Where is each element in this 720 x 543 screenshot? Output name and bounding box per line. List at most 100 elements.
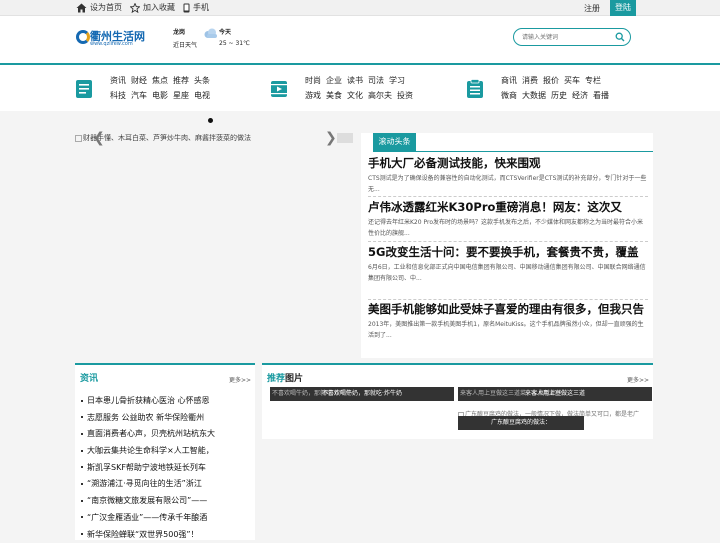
nav-group-lifestyle-row2: 游戏美食文化高尔夫投资 (305, 90, 418, 101)
nav-item[interactable]: 汽车 (131, 91, 147, 100)
news-title[interactable]: 美图手机能够如此受妹子喜爱的理由有很多，但我只告 (368, 302, 648, 317)
nav-item[interactable]: 司法 (368, 76, 384, 85)
info-section: 资讯 更多>> 日本患儿骨折获精心医治 心怀感恩 志愿服务 公益助农 新华保险衢… (75, 363, 255, 540)
site-logo[interactable]: 衢州生活网 www.qzlifew.com (76, 28, 138, 50)
nav-item[interactable]: 焦点 (152, 76, 168, 85)
nav-group-news-row1: 资讯财经焦点推荐头条 (110, 75, 215, 86)
set-homepage-label: 设为首页 (90, 2, 122, 13)
news-summary: 6月6日，工业和信息化部正式向中国电信集团有限公司、中国移动通信集团有限公司、中… (368, 262, 648, 284)
nav-item[interactable]: 买车 (564, 76, 580, 85)
picture-caption: 来客人用上豆做这三道 (458, 387, 652, 401)
picture-item[interactable]: 来客人用上豆做这三道菜，上桌就都抢 来客人用上豆做这三道 (458, 387, 652, 401)
nav-item[interactable]: 星座 (173, 91, 189, 100)
list-item[interactable]: “南京微糖文旅发展有限公司”—— (81, 493, 251, 510)
nav-item[interactable]: 电影 (152, 91, 168, 100)
search-icon[interactable] (615, 32, 625, 42)
scroll-news-tab[interactable]: 滚动头条 (373, 133, 416, 151)
nav-group-business-row1: 商讯消费报价买车专栏 (501, 75, 606, 86)
slider-next-block (337, 133, 353, 143)
weather-location: 龙岗 近日天气 (173, 27, 197, 49)
news-summary: CTS测试是为了确保设备的兼容性的自动化测试，而CTSVerifier是CTS测… (368, 173, 648, 195)
pictures-title-accent: 推荐 (267, 374, 285, 384)
nav-item[interactable]: 游戏 (305, 91, 321, 100)
nav-item[interactable]: 历史 (551, 91, 567, 100)
pictures-title-rest: 图片 (285, 374, 303, 384)
weather-recent-label: 近日天气 (173, 40, 197, 49)
nav-item[interactable]: 电视 (194, 91, 210, 100)
nav-item[interactable]: 文化 (347, 91, 363, 100)
mobile-link[interactable]: 手机 (183, 2, 209, 13)
list-item[interactable]: 斯凯孚SKF帮助宁波地铁延长列车 (81, 460, 251, 477)
video-icon (270, 79, 288, 99)
nav-item[interactable]: 美食 (326, 91, 342, 100)
news-title[interactable]: 手机大厂必备测试技能，快来围观 (368, 156, 648, 171)
search-input[interactable] (520, 31, 616, 43)
add-favorite-link[interactable]: 加入收藏 (130, 2, 175, 13)
home-icon (76, 3, 87, 13)
nav-item[interactable]: 高尔夫 (368, 91, 392, 100)
news-divider (368, 196, 648, 197)
news-title[interactable]: 卢伟冰透露红米K30Pro重磅消息！网友：这次又 (368, 200, 648, 215)
weather-today: 今天 25 ~ 31℃ (219, 27, 250, 47)
nav-item[interactable]: 报价 (543, 76, 559, 85)
list-item[interactable]: 日本患儿骨折获精心医治 心怀感恩 (81, 393, 251, 410)
info-section-title[interactable]: 资讯 (80, 371, 98, 384)
nav-item[interactable]: 看播 (593, 91, 609, 100)
phone-icon (183, 3, 190, 13)
nav-item[interactable]: 资讯 (110, 76, 126, 85)
nav-item[interactable]: 财经 (131, 76, 147, 85)
info-more-link[interactable]: 更多>> (229, 375, 251, 384)
nav-item[interactable]: 科技 (110, 91, 126, 100)
picture-item[interactable]: 广东酿豆腐鸡的做法，一般情况下做，做法简单又可口，都是老广 广东酿豆腐鸡的做法： (458, 409, 652, 431)
nav-item[interactable]: 消费 (522, 76, 538, 85)
nav-item[interactable]: 学习 (389, 76, 405, 85)
pictures-more-link[interactable]: 更多>> (627, 375, 649, 384)
info-item-text: 日本患儿骨折获精心医治 心怀感恩 (87, 396, 210, 405)
document-icon (75, 79, 93, 99)
list-item[interactable]: “广汉金雁酒业”——传承千年酿酒 (81, 510, 251, 527)
list-item[interactable]: 志愿服务 公益助农 新华保险衢州 (81, 410, 251, 427)
info-item-text: “广汉金雁酒业”——传承千年酿酒 (87, 513, 207, 522)
broken-image-icon (75, 135, 82, 142)
news-title[interactable]: 5G改变生活十问：要不要换手机，套餐贵不贵，覆盖 (368, 245, 648, 260)
register-link[interactable]: 注册 (584, 3, 600, 14)
nav-item[interactable]: 时尚 (305, 76, 321, 85)
pictures-section-title[interactable]: 推荐图片 (267, 371, 303, 384)
news-item[interactable]: 卢伟冰透露红米K30Pro重磅消息！网友：这次又 还记得去年红米K20 Pro发… (368, 200, 648, 239)
list-item[interactable]: 直面消费者心声，贝壳杭州站杭东大 (81, 426, 251, 443)
nav-item[interactable]: 投资 (397, 91, 413, 100)
nav-item[interactable]: 大数据 (522, 91, 546, 100)
news-item[interactable]: 5G改变生活十问：要不要换手机，套餐贵不贵，覆盖 6月6日，工业和信息化部正式向… (368, 245, 648, 284)
nav-group-lifestyle-row1: 时尚企业读书司法学习 (305, 75, 410, 86)
nav-group-news-row2: 科技汽车电影星座电视 (110, 90, 215, 101)
nav-item[interactable]: 头条 (194, 76, 210, 85)
news-divider (368, 241, 648, 242)
chevron-left-icon[interactable]: ❮ (93, 133, 105, 143)
nav-item[interactable]: 经济 (572, 91, 588, 100)
nav-item[interactable]: 读书 (347, 76, 363, 85)
slider-indicator-dot[interactable] (208, 118, 213, 123)
logo-mark-icon (76, 30, 90, 44)
info-item-text: 大咖云集共论生命科学×人工智能， (87, 446, 214, 455)
picture-item[interactable]: 不喜欢喝牛奶，那就吃·炸牛奶 不喜欢喝牛奶，那就吃·炸牛奶 (270, 387, 454, 401)
add-favorite-label: 加入收藏 (143, 2, 175, 13)
info-item-text: “南京微糖文旅发展有限公司”—— (87, 496, 207, 505)
nav-item[interactable]: 推荐 (173, 76, 189, 85)
list-item[interactable]: 新华保险蝉联“双世界500强”！ (81, 527, 251, 543)
logo-url: www.qzlifew.com (90, 41, 133, 47)
chevron-right-icon[interactable]: ❯ (325, 133, 337, 143)
nav-item[interactable]: 专栏 (585, 76, 601, 85)
slider-caption-text: 财器手懂、木耳白菜、芦笋炒牛肉、麻酱拌菠菜的做法 (83, 134, 251, 142)
list-item[interactable]: “溯游浦江·寻觅向往的生活”浙江 (81, 476, 251, 493)
nav-item[interactable]: 企业 (326, 76, 342, 85)
nav-item[interactable]: 微商 (501, 91, 517, 100)
news-item[interactable]: 手机大厂必备测试技能，快来围观 CTS测试是为了确保设备的兼容性的自动化测试，而… (368, 156, 648, 195)
news-summary: 还记得去年红米K20 Pro发布时的场景吗？这款手机发布之后，不少媒体和网友都称… (368, 217, 648, 239)
list-item[interactable]: 大咖云集共论生命科学×人工智能， (81, 443, 251, 460)
nav-item[interactable]: 商讯 (501, 76, 517, 85)
picture-caption: 不喜欢喝牛奶，那就吃·炸牛奶 (270, 387, 454, 401)
news-item[interactable]: 美图手机能够如此受妹子喜爱的理由有很多，但我只告 2013年，美图推出第一款手机… (368, 302, 648, 341)
set-homepage-link[interactable]: 设为首页 (76, 2, 122, 13)
login-button[interactable]: 登陆 (610, 0, 636, 16)
weather-temperature: 25 ~ 31℃ (219, 40, 250, 47)
